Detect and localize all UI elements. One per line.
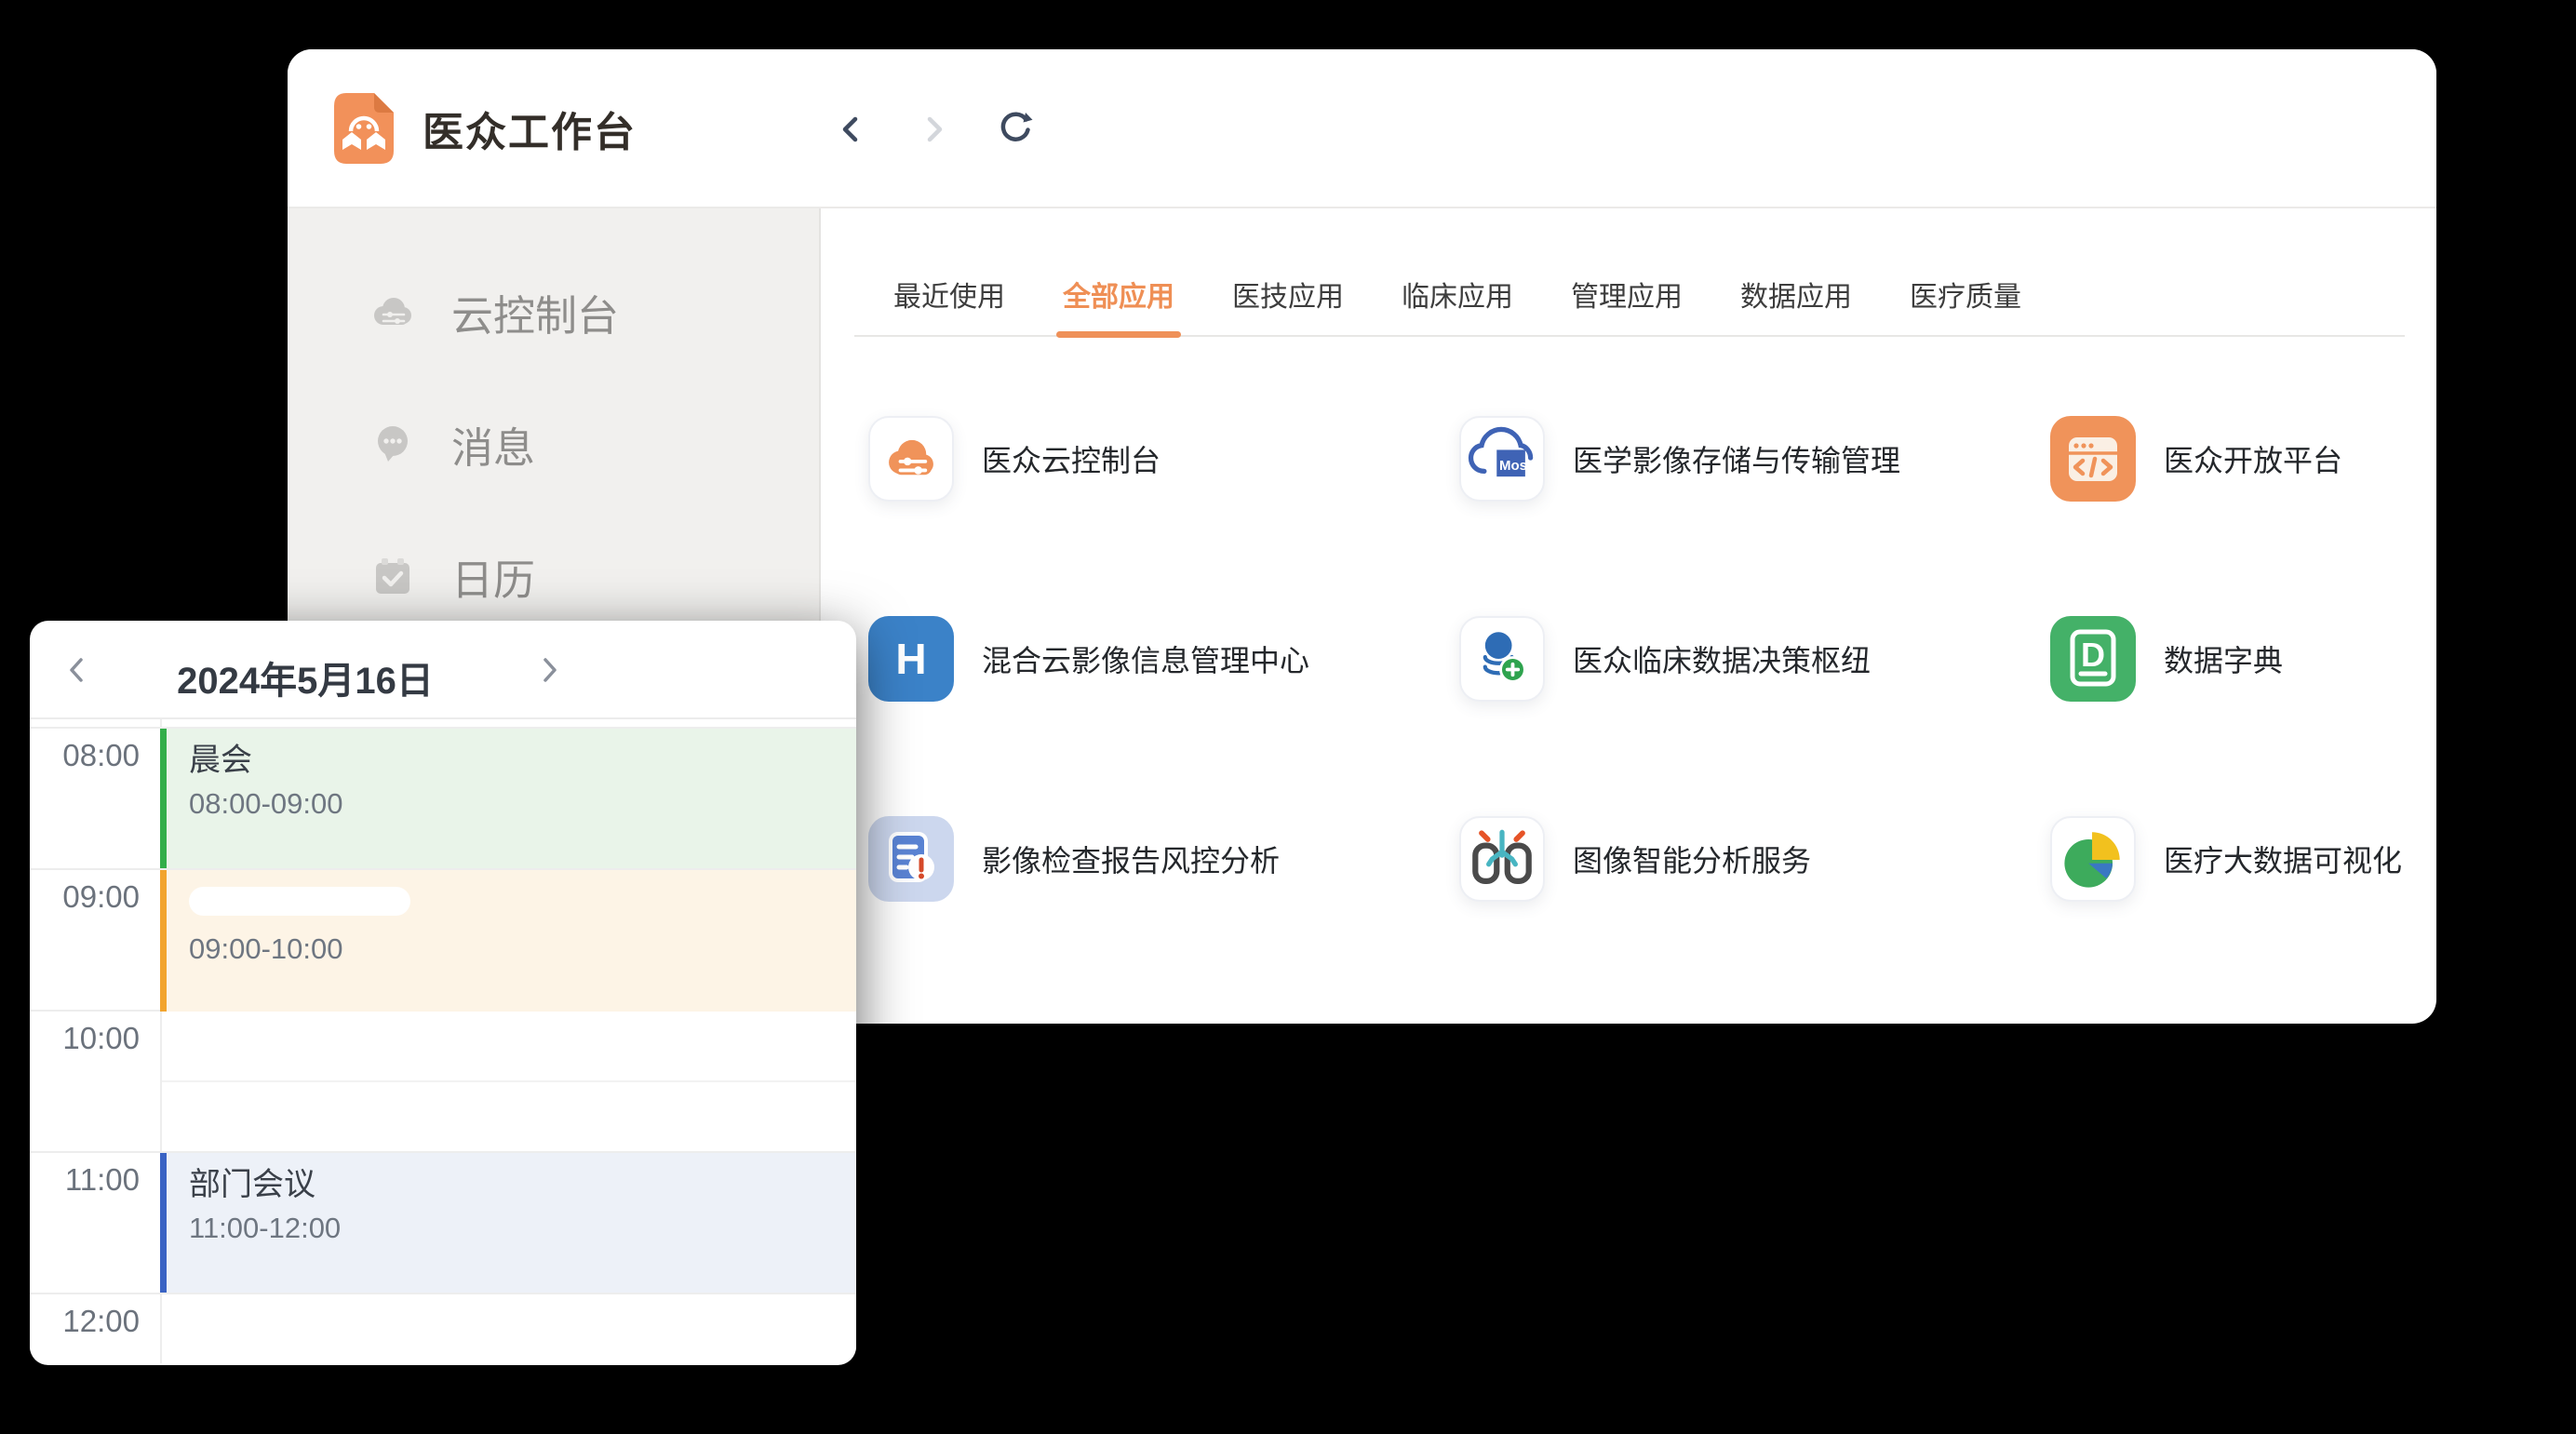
refresh-icon: [996, 110, 1035, 149]
report-alert-icon: [868, 816, 954, 902]
letter-h-icon: H: [868, 616, 954, 702]
sidebar-item-label: 日历: [451, 546, 535, 607]
app-label: 医众开放平台: [2164, 437, 2342, 480]
mos-badge: Mos: [1498, 451, 1528, 479]
refresh-button[interactable]: [995, 109, 1036, 150]
app-label: 医众临床数据决策枢纽: [1573, 637, 1871, 680]
app-clinical-data-hub[interactable]: 医众临床数据决策枢纽: [1459, 616, 2050, 702]
time-label: 10:00: [30, 1021, 140, 1056]
app-image-ai-analysis[interactable]: 图像智能分析服务: [1459, 816, 2050, 902]
time-label: 11:00: [30, 1162, 140, 1198]
nav-controls: [831, 49, 1036, 208]
sidebar-item-calendar[interactable]: 日历: [288, 531, 819, 621]
code-window-icon: [2050, 416, 2136, 502]
tab-recent[interactable]: 最近使用: [893, 274, 1005, 335]
cloud-sliders-icon: [868, 416, 954, 502]
event-color-bar: [160, 729, 167, 868]
chevron-left-icon: [835, 113, 868, 146]
event-color-bar: [160, 870, 167, 1012]
screen: 医众工作台: [0, 0, 2576, 1434]
calendar-next-button[interactable]: [529, 650, 570, 690]
tab-medtech-apps[interactable]: 医技应用: [1232, 274, 1344, 335]
tab-management-apps[interactable]: 管理应用: [1571, 274, 1683, 335]
tab-quality[interactable]: 医疗质量: [1910, 274, 2021, 335]
app-label: 医众云控制台: [982, 437, 1161, 480]
calendar-date: 2024年5月16日: [86, 650, 525, 704]
forward-button[interactable]: [913, 109, 954, 150]
calendar-event-redacted[interactable]: 09:00-10:00: [160, 870, 856, 1012]
back-button[interactable]: [831, 109, 872, 150]
event-title: 部门会议: [189, 1164, 856, 1205]
app-label: 图像智能分析服务: [1573, 838, 1811, 880]
message-bubble-icon: [369, 421, 416, 467]
sidebar-item-cloud-console[interactable]: 云控制台: [288, 267, 819, 356]
event-title: 晨会: [189, 740, 856, 781]
event-time: 09:00-10:00: [189, 931, 856, 968]
letter-h: H: [868, 616, 954, 702]
event-time: 08:00-09:00: [189, 785, 856, 823]
letter-d: D: [2050, 616, 2136, 702]
event-color-bar: [160, 1153, 167, 1293]
dictionary-book-icon: D: [2050, 616, 2136, 702]
tab-all-apps[interactable]: 全部应用: [1063, 274, 1174, 335]
app-data-dictionary[interactable]: D 数据字典: [2050, 616, 2436, 702]
half-hour-line: [162, 1080, 856, 1082]
app-logo-icon: [333, 92, 395, 165]
app-big-data-visualization[interactable]: 医疗大数据可视化: [2050, 816, 2436, 902]
calendar-check-icon: [369, 553, 416, 599]
tab-data-apps[interactable]: 数据应用: [1740, 274, 1852, 335]
chevron-right-icon: [917, 113, 950, 146]
window-header: 医众工作台: [288, 49, 2436, 208]
calendar-header: 2024年5月16日: [30, 621, 856, 719]
app-label: 影像检查报告风控分析: [982, 838, 1280, 880]
app-grid: 医众云控制台 Mos 医学影像存储与传输管理: [868, 416, 2436, 902]
app-label: 混合云影像信息管理中心: [982, 637, 1309, 680]
sidebar-item-label: 云控制台: [451, 282, 619, 342]
cloud-settings-icon: [369, 288, 416, 335]
tab-bar: 最近使用 全部应用 医技应用 临床应用 管理应用 数据应用 医疗质量: [854, 208, 2405, 337]
page-title: 医众工作台: [423, 99, 637, 158]
app-report-risk-analysis[interactable]: 影像检查报告风控分析: [868, 816, 1459, 902]
calendar-panel: 2024年5月16日 08:00 09:00 10:00 11:00 12:00: [30, 621, 856, 1365]
calendar-day-grid: 08:00 09:00 10:00 11:00 12:00 晨会 08:00-0…: [30, 719, 856, 1363]
calendar-event-department-meeting[interactable]: 部门会议 11:00-12:00: [160, 1153, 856, 1293]
tab-clinical-apps[interactable]: 临床应用: [1402, 274, 1513, 335]
app-label: 数据字典: [2164, 637, 2283, 680]
app-label: 医疗大数据可视化: [2164, 838, 2402, 880]
sidebar-item-label: 消息: [451, 414, 535, 475]
time-label: 12:00: [30, 1304, 140, 1339]
chevron-right-icon: [533, 654, 565, 686]
lungs-icon: [1459, 816, 1545, 902]
pie-chart-icon: [2050, 816, 2136, 902]
redacted-event-title: [189, 887, 410, 916]
event-time: 11:00-12:00: [189, 1210, 856, 1247]
cloud-mos-icon: Mos: [1459, 416, 1545, 502]
time-label: 08:00: [30, 738, 140, 773]
app-open-platform[interactable]: 医众开放平台: [2050, 416, 2436, 502]
app-image-storage[interactable]: Mos 医学影像存储与传输管理: [1459, 416, 2050, 502]
database-plus-icon: [1459, 616, 1545, 702]
calendar-event-morning-meeting[interactable]: 晨会 08:00-09:00: [160, 729, 856, 868]
app-hybrid-cloud-imaging[interactable]: H 混合云影像信息管理中心: [868, 616, 1459, 702]
content-area: 最近使用 全部应用 医技应用 临床应用 管理应用 数据应用 医疗质量: [821, 208, 2436, 1022]
sidebar-item-messages[interactable]: 消息: [288, 399, 819, 489]
time-label: 09:00: [30, 879, 140, 915]
hour-line: [30, 1293, 856, 1294]
app-label: 医学影像存储与传输管理: [1573, 437, 1900, 480]
app-cloud-console[interactable]: 医众云控制台: [868, 416, 1459, 502]
